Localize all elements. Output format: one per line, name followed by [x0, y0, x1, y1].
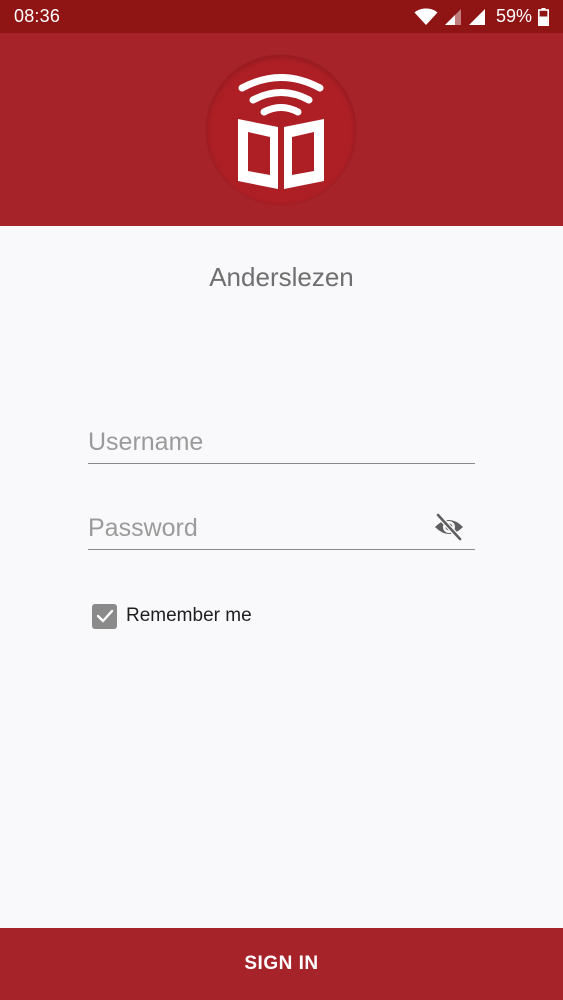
password-field: [88, 504, 475, 550]
app-header: [0, 33, 563, 226]
battery-icon: [538, 7, 549, 26]
battery-percentage: 59%: [495, 6, 532, 26]
app-title: Anderslezen: [209, 262, 354, 292]
signal-icon: [444, 8, 462, 26]
checkmark-icon: [96, 609, 113, 623]
remember-me-checkbox[interactable]: [92, 603, 117, 629]
remember-me: Remember me: [92, 603, 252, 629]
status-icons: 59%: [414, 6, 549, 27]
sign-in-button[interactable]: SIGN IN: [0, 928, 563, 1000]
wifi-icon: [414, 8, 438, 26]
remember-me-label[interactable]: Remember me: [126, 605, 252, 627]
username-field: [88, 418, 475, 464]
password-visibility-toggle[interactable]: [433, 513, 465, 541]
status-time: 08:36: [14, 6, 61, 26]
book-broadcast-icon: [238, 74, 324, 189]
signal-icon: [468, 8, 486, 26]
username-input[interactable]: [88, 428, 475, 457]
app-logo: [206, 55, 356, 205]
status-bar: 08:36 59%: [0, 0, 563, 33]
password-input[interactable]: [88, 514, 418, 543]
eye-off-icon: [435, 513, 463, 541]
